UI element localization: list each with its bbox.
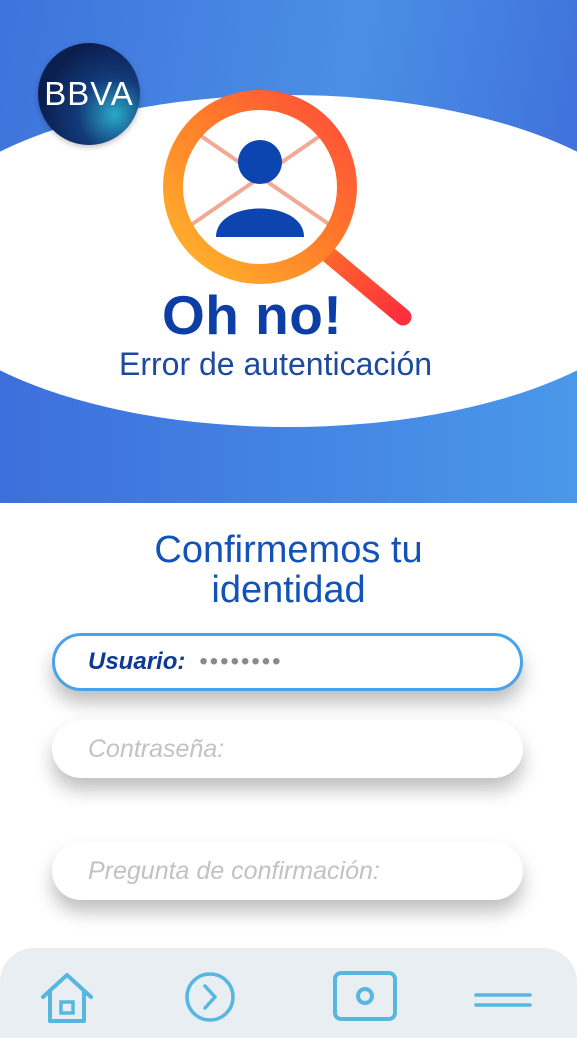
password-field[interactable]: Contraseña: [52,720,523,778]
menu-icon[interactable] [474,970,532,1024]
hero-banner: BBVA Oh no! Error de autenticación [0,0,577,503]
password-placeholder: Contraseña: [88,734,225,763]
identity-title-line2: identidad [211,569,366,611]
logo-text: BBVA [44,75,134,112]
home-icon[interactable] [38,970,96,1026]
confirmation-placeholder: Pregunta de confirmación: [88,856,380,885]
username-label: Usuario: [88,648,186,675]
error-headline: Oh no! [162,284,343,346]
identity-title-line1: Confirmemos tu [154,529,423,571]
wallet-icon[interactable] [332,970,398,1024]
username-value: •••••••• [199,648,283,675]
bbva-logo: BBVA [38,43,140,145]
bottom-nav [0,948,577,1038]
arrow-right-circle-icon[interactable] [183,970,237,1024]
confirmation-question-field[interactable]: Pregunta de confirmación: [52,842,523,900]
username-field[interactable]: Usuario: •••••••• [52,633,523,691]
identity-title: Confirmemos tu identidad [0,530,577,610]
error-subtitle: Error de autenticación [119,346,433,382]
